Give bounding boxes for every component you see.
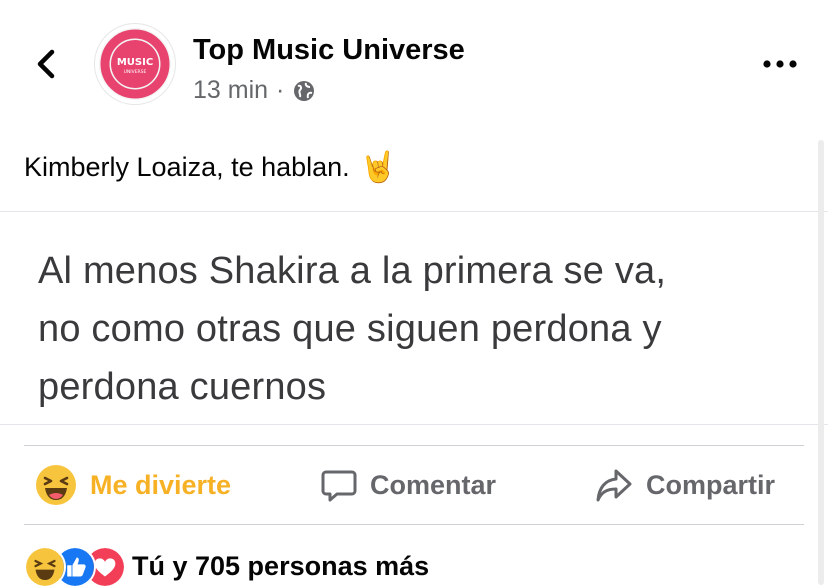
haha-reaction-icon [24, 546, 66, 588]
image-text-line: no como otras que siguen perdona y [38, 308, 662, 350]
reaction-count-text: Tú y 705 personas más [132, 550, 430, 581]
avatar[interactable]: MUSIC UNIVERSE [95, 24, 175, 104]
comment-label: Comentar [370, 469, 497, 500]
globe-icon [294, 80, 315, 101]
comment-icon [321, 470, 357, 502]
avatar-logo-subtext: UNIVERSE [124, 69, 147, 75]
share-label: Compartir [646, 469, 776, 500]
scrollbar[interactable] [818, 140, 824, 585]
image-text-line: Al menos Shakira a la primera se va, [38, 250, 667, 292]
more-options-button[interactable] [760, 52, 800, 76]
react-label: Me divierte [90, 469, 232, 500]
post-time[interactable]: 13 min [193, 76, 268, 105]
avatar-ring-graphic: MUSIC UNIVERSE [100, 29, 170, 99]
reactions-summary[interactable]: Tú y 705 personas más [24, 546, 430, 588]
share-icon [596, 469, 632, 502]
avatar-logo-text: MUSIC [117, 57, 153, 68]
post-text: Kimberly Loaiza, te hablan. 🤘 [24, 150, 397, 185]
post-header: MUSIC UNIVERSE Top Music Universe 13 min… [0, 0, 828, 130]
action-bar: Me divierte Comentar Compartir [24, 446, 804, 524]
divider [24, 524, 804, 525]
more-horizontal-icon [763, 60, 797, 68]
rock-hand-emoji-icon: 🤘 [359, 151, 398, 184]
image-text: Al menos Shakira a la primera se va, no … [38, 242, 798, 416]
post-text-content: Kimberly Loaiza, te hablan. [24, 152, 350, 182]
share-button[interactable]: Compartir [594, 446, 775, 524]
avatar-logo: MUSIC UNIVERSE [99, 28, 171, 100]
post-meta: 13 min · [193, 76, 316, 105]
react-button[interactable]: Me divierte [34, 446, 231, 524]
comment-button[interactable]: Comentar [320, 446, 496, 524]
image-text-line: perdona cuernos [38, 366, 327, 408]
back-button[interactable] [30, 44, 64, 84]
post-image[interactable]: Al menos Shakira a la primera se va, no … [0, 212, 816, 424]
meta-separator: · [276, 76, 285, 104]
divider [0, 424, 828, 425]
haha-emoji-icon [36, 465, 76, 505]
page-name[interactable]: Top Music Universe [193, 34, 465, 67]
chevron-left-icon [37, 49, 55, 79]
reaction-icons [24, 546, 126, 588]
